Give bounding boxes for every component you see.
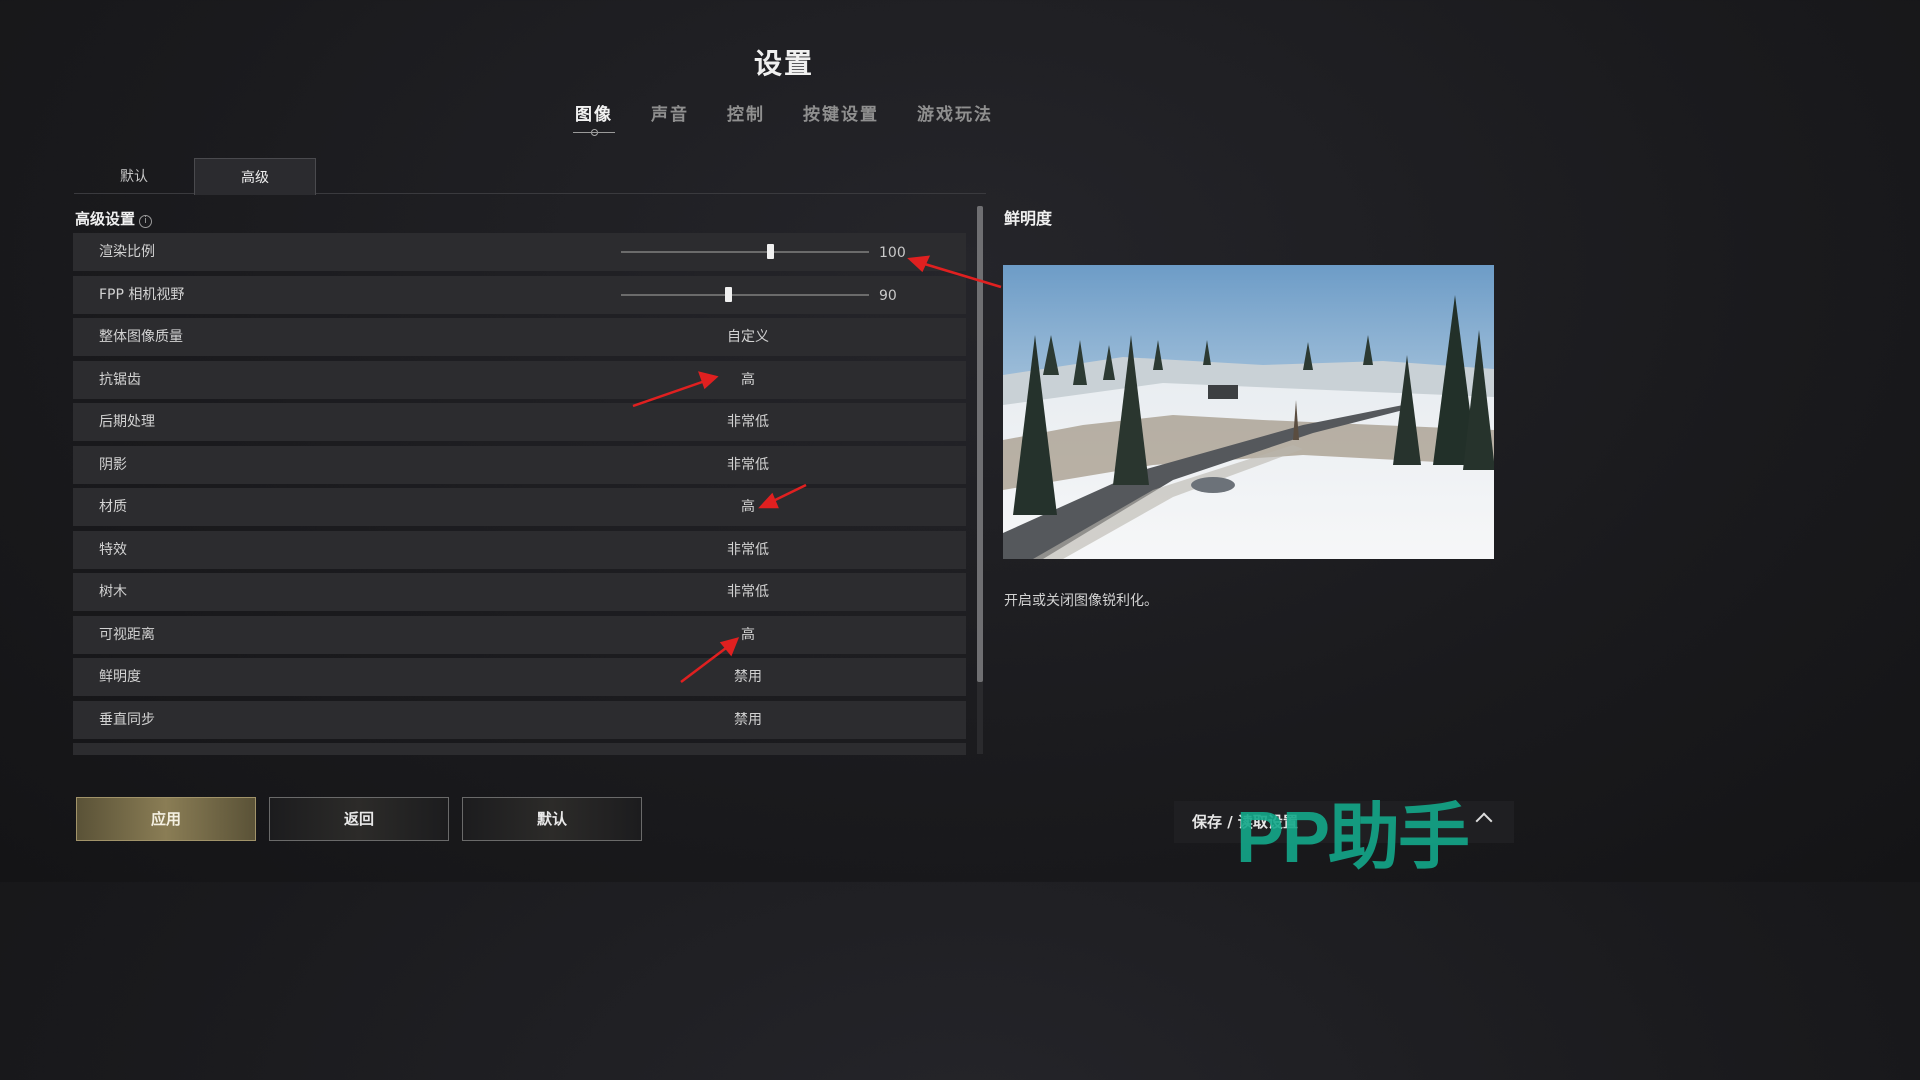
- tab-gameplay-label: 游戏玩法: [917, 105, 993, 125]
- setting-value[interactable]: 非常低: [683, 573, 813, 611]
- setting-row-view-distance[interactable]: 可视距离 高: [73, 615, 966, 654]
- setting-value[interactable]: 高: [683, 616, 813, 654]
- setting-row-overall-quality[interactable]: 整体图像质量 自定义: [73, 318, 966, 356]
- setting-label: 整体图像质量: [99, 329, 183, 345]
- slider-value: 100: [879, 245, 906, 261]
- detail-title: 鲜明度: [1004, 209, 1053, 228]
- scrollbar-thumb[interactable]: [977, 206, 983, 682]
- info-icon[interactable]: i: [139, 215, 153, 228]
- setting-label: 可视距离: [99, 626, 155, 643]
- slider-value: 90: [879, 287, 897, 304]
- tab-keybindings-label: 按键设置: [803, 105, 879, 125]
- settings-scrollbar[interactable]: [977, 206, 983, 754]
- tab-graphics[interactable]: 图像: [573, 100, 615, 136]
- setting-value[interactable]: 自定义: [683, 318, 813, 356]
- slider-thumb[interactable]: [724, 286, 732, 302]
- active-tab-dot: [591, 129, 598, 136]
- setting-row-sharpen[interactable]: 鲜明度 禁用: [73, 658, 966, 696]
- setting-row-cutoff[interactable]: [73, 743, 966, 755]
- setting-label: 抗锯齿: [99, 371, 141, 388]
- setting-label: FPP 相机视野: [99, 286, 185, 303]
- setting-value[interactable]: 禁用: [683, 658, 813, 696]
- fpp-fov-slider[interactable]: [621, 286, 869, 302]
- setting-label: 鲜明度: [99, 669, 141, 685]
- setting-value[interactable]: 高: [683, 361, 813, 399]
- setting-value[interactable]: 禁用: [683, 701, 813, 739]
- snow-landscape-image: [1003, 265, 1494, 559]
- setting-value[interactable]: 高: [683, 488, 813, 526]
- tab-gameplay[interactable]: 游戏玩法: [917, 100, 993, 133]
- setting-label: 树木: [99, 584, 127, 600]
- setting-label: 阴影: [99, 456, 127, 473]
- setting-row-render-scale[interactable]: 渲染比例 100: [73, 233, 966, 271]
- tab-control[interactable]: 控制: [727, 100, 765, 133]
- setting-value[interactable]: 非常低: [683, 403, 813, 441]
- setting-label: 垂直同步: [99, 711, 155, 728]
- setting-row-vsync[interactable]: 垂直同步 禁用: [73, 700, 966, 739]
- setting-label: 后期处理: [99, 414, 155, 430]
- tab-graphics-label: 图像: [575, 105, 613, 125]
- section-title: 高级设置 i: [75, 208, 153, 229]
- back-button[interactable]: 返回: [269, 797, 449, 841]
- chevron-up-icon: [1475, 812, 1493, 830]
- section-title-text: 高级设置: [75, 210, 136, 228]
- page-title: 设置: [753, 47, 814, 80]
- setting-value[interactable]: 非常低: [683, 531, 813, 569]
- setting-row-effects[interactable]: 特效 非常低: [73, 530, 966, 569]
- setting-row-textures[interactable]: 材质 高: [73, 488, 966, 526]
- setting-row-foliage[interactable]: 树木 非常低: [73, 573, 966, 611]
- setting-label: 渲染比例: [99, 244, 155, 260]
- detail-description: 开启或关闭图像锐利化。: [1004, 593, 1158, 609]
- main-tabs: 图像 声音 控制 按键设置 游戏玩法: [0, 100, 1568, 136]
- subtab-default[interactable]: 默认: [74, 158, 194, 193]
- slider-thumb[interactable]: [766, 244, 774, 259]
- tab-sound[interactable]: 声音: [651, 100, 689, 133]
- subtab-advanced[interactable]: 高级: [194, 158, 316, 195]
- default-button[interactable]: 默认: [462, 797, 642, 841]
- watermark-logo: PP助手: [1236, 798, 1470, 878]
- setting-row-post-processing[interactable]: 后期处理 非常低: [73, 403, 966, 441]
- setting-row-antialiasing[interactable]: 抗锯齿 高: [73, 360, 966, 399]
- setting-value[interactable]: 非常低: [683, 446, 813, 484]
- setting-row-fpp-fov[interactable]: FPP 相机视野 90: [73, 275, 966, 314]
- settings-list: 渲染比例 100 FPP 相机视野 90 整体图像质量 自定义 抗锯齿 高 后期…: [73, 233, 966, 755]
- setting-label: 材质: [99, 499, 127, 515]
- tab-control-label: 控制: [727, 105, 765, 125]
- tab-sound-label: 声音: [651, 105, 689, 125]
- apply-button[interactable]: 应用: [76, 797, 256, 841]
- tab-keybindings[interactable]: 按键设置: [803, 100, 879, 133]
- setting-label: 特效: [99, 541, 127, 558]
- sub-tabs: 默认 高级: [74, 158, 986, 195]
- preview-image: [1003, 265, 1494, 559]
- setting-row-shadows[interactable]: 阴影 非常低: [73, 445, 966, 484]
- render-scale-slider[interactable]: [621, 244, 869, 259]
